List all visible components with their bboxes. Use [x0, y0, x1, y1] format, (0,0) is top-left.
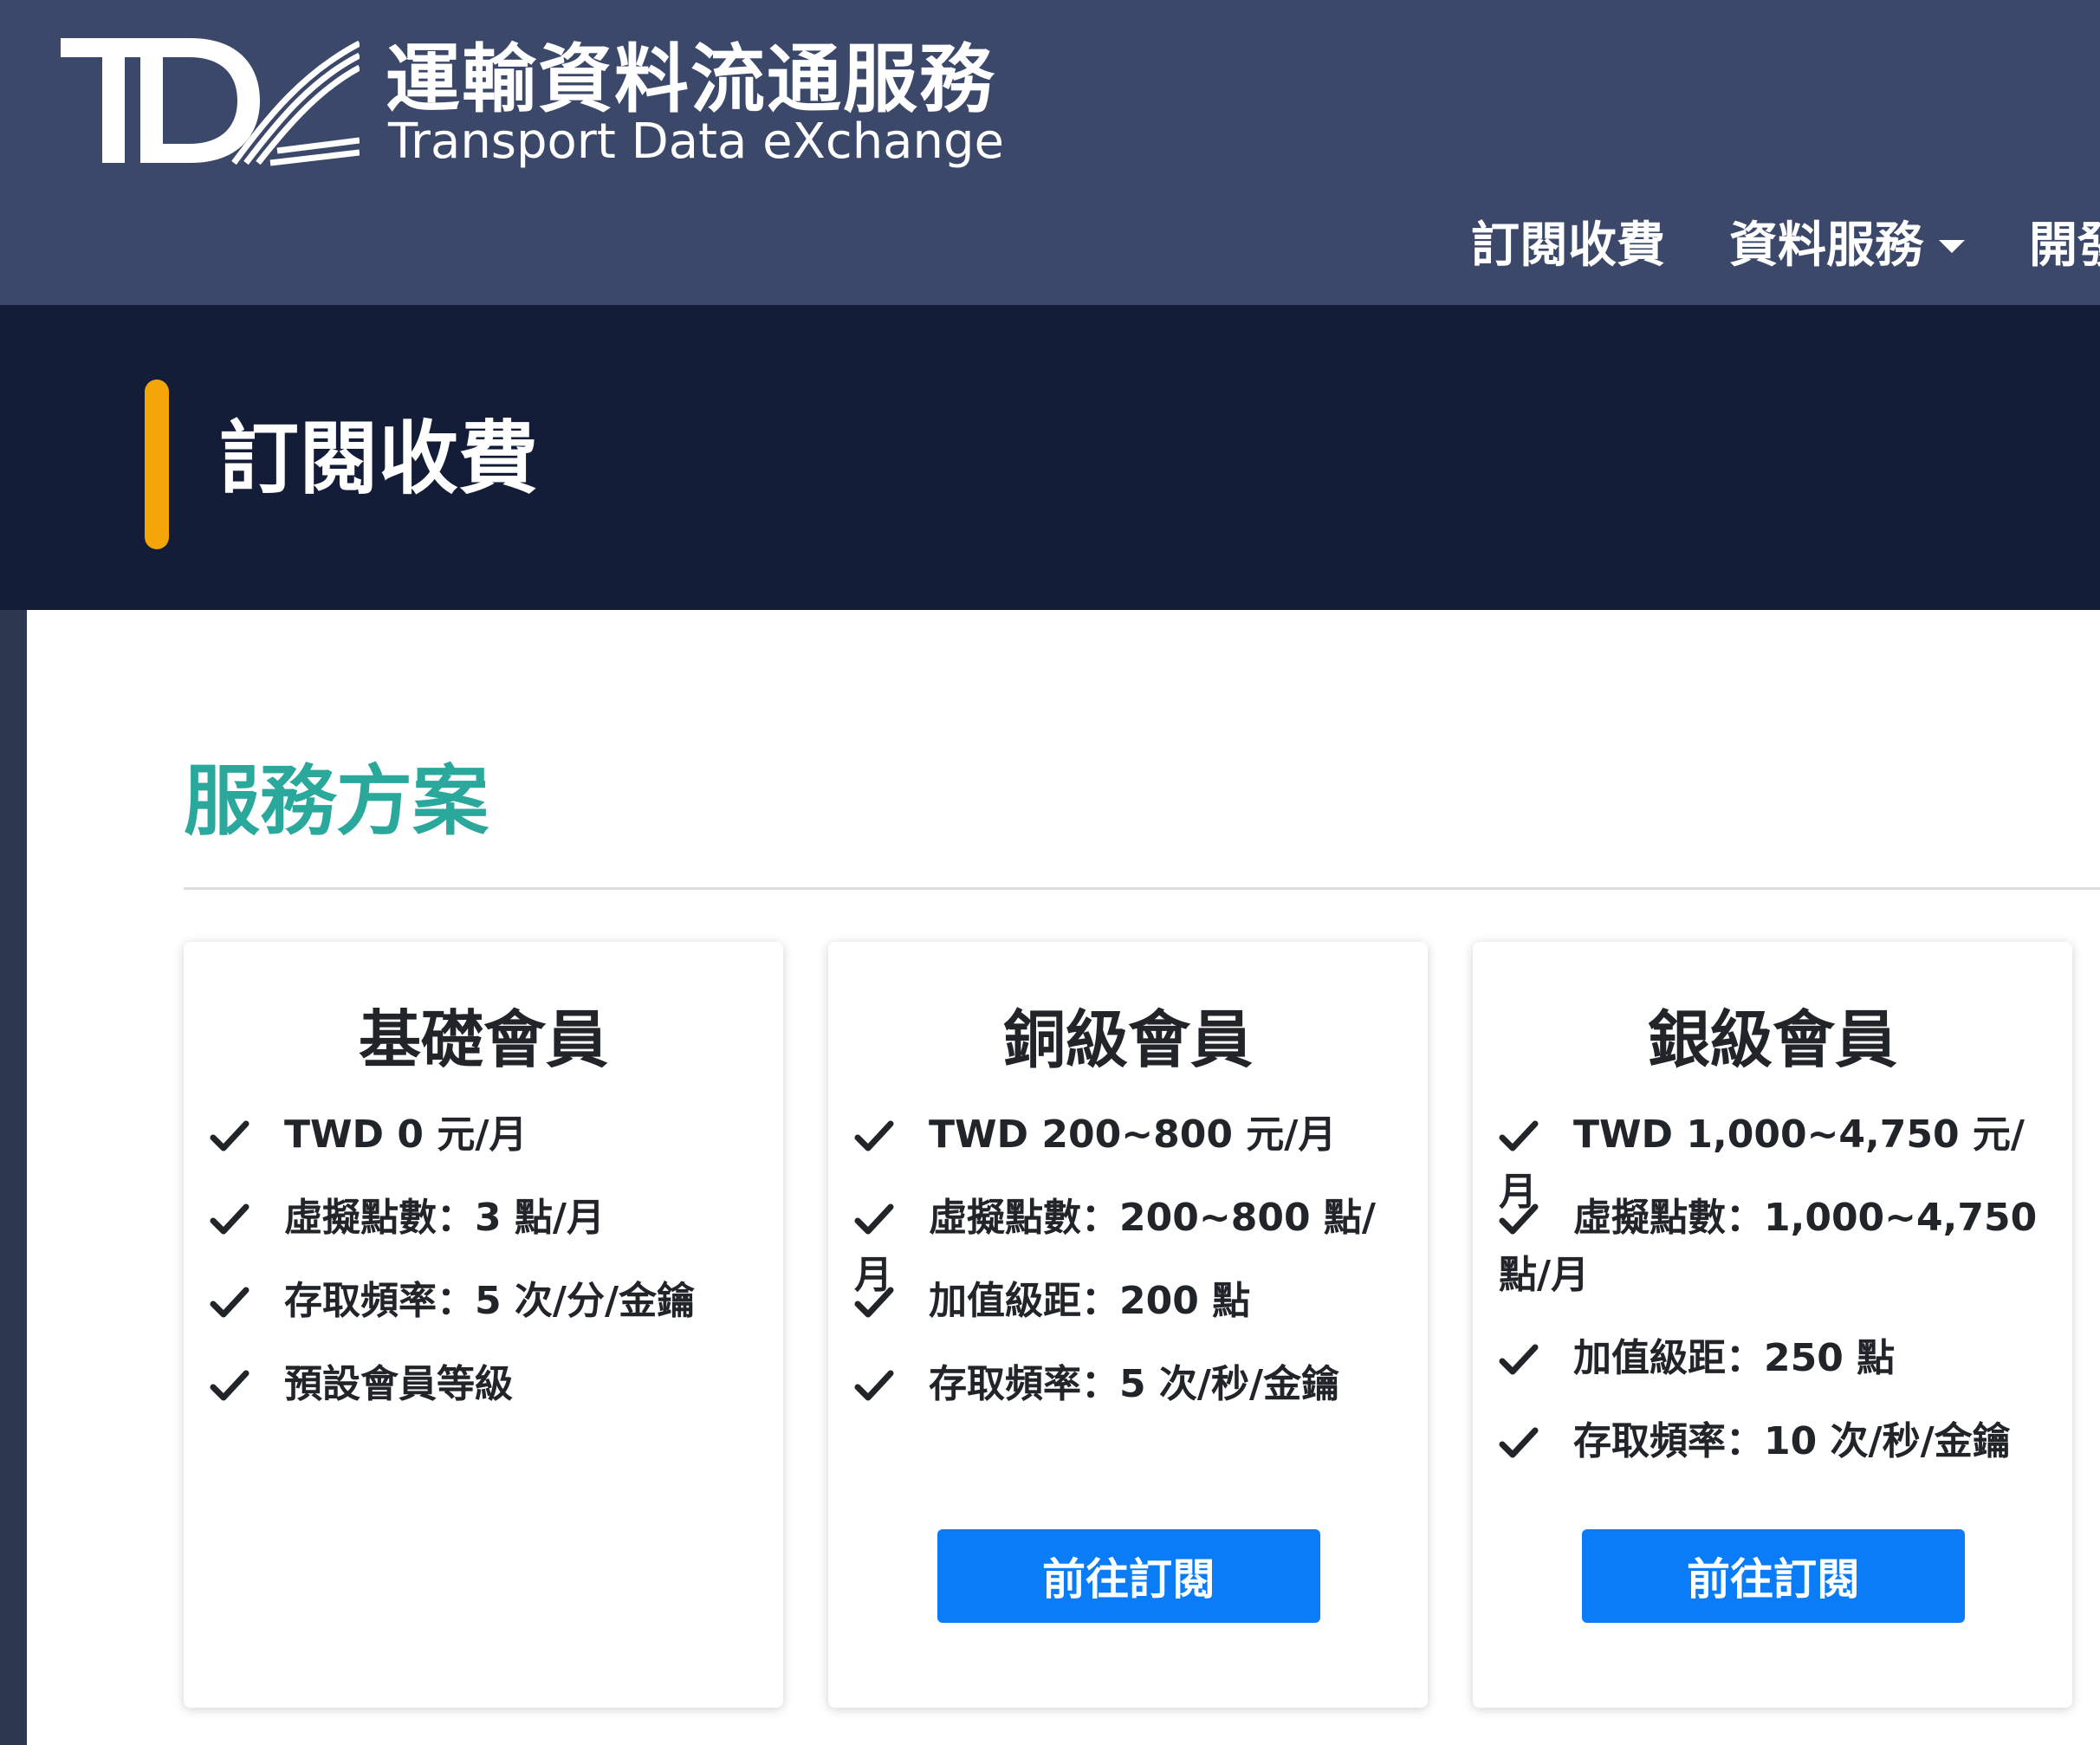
check-icon: [854, 1281, 929, 1325]
plan-feature: 虛擬點數：1,000~4,750 點/月: [1499, 1190, 2053, 1304]
logo-chinese-text: 運輸資料流通服務: [386, 36, 995, 123]
nav-item-label: 資料服務: [1729, 217, 1923, 274]
plan-feature-text: 加值級距：200 點: [929, 1279, 1251, 1323]
plan-feature: 存取頻率：5 次/秒/金鑰: [854, 1356, 1409, 1413]
check-icon: [1499, 1198, 1573, 1242]
nav-item-label: 開發: [2029, 217, 2100, 274]
plan-feature: TWD 0 元/月: [210, 1106, 764, 1164]
check-icon: [210, 1115, 284, 1158]
plan-title: 基礎會員: [358, 1003, 608, 1076]
plan-feature: TWD 200~800 元/月: [854, 1106, 1409, 1164]
section-title: 服務方案: [184, 756, 489, 846]
plan-feature: 加值級距：200 點: [854, 1273, 1409, 1330]
subscribe-button[interactable]: 前往訂閱: [1582, 1529, 1965, 1623]
nav-item-developer[interactable]: 開發: [2029, 215, 2100, 277]
plan-feature-text: 虛擬點數：3 點/月: [284, 1196, 606, 1240]
plan-feature: 預設會員等級: [210, 1356, 764, 1413]
nav-item-data-services[interactable]: 資料服務: [1729, 215, 1965, 277]
left-side-strip: [0, 610, 27, 1745]
plan-feature-text: TWD 0 元/月: [284, 1113, 528, 1157]
check-icon: [1499, 1339, 1573, 1382]
plan-feature: 存取頻率：10 次/秒/金鑰: [1499, 1413, 2053, 1470]
check-icon: [854, 1115, 929, 1158]
site-logo[interactable]: 運輸資料流通服務 Transport Data eXchange: [61, 35, 1004, 173]
check-icon: [1499, 1115, 1573, 1158]
check-icon: [854, 1365, 929, 1408]
title-accent-bar: [145, 379, 169, 549]
plan-feature-text: 虛擬點數：1,000~4,750 點/月: [1499, 1196, 2038, 1297]
plan-card-basic: 基礎會員 TWD 0 元/月 虛擬點數：3 點/月 存取頻率：5 次/分/金鑰 …: [184, 942, 783, 1708]
tdx-logo-icon: [61, 38, 360, 166]
check-icon: [854, 1198, 929, 1242]
plan-card-bronze: 銅級會員 TWD 200~800 元/月 虛擬點數：200~800 點/月 加值…: [828, 942, 1428, 1708]
page-title: 訂閱收費: [219, 412, 539, 505]
plan-feature-text: 預設會員等級: [284, 1362, 513, 1406]
check-icon: [210, 1198, 284, 1242]
subscribe-button[interactable]: 前往訂閱: [937, 1529, 1320, 1623]
plan-feature-text: 存取頻率：5 次/分/金鑰: [284, 1279, 696, 1323]
plan-feature: 虛擬點數：3 點/月: [210, 1190, 764, 1247]
plan-title: 銅級會員: [1002, 1003, 1253, 1076]
plan-feature-text: 加值級距：250 點: [1573, 1336, 1896, 1380]
nav-item-label: 訂閱收費: [1471, 217, 1665, 274]
check-icon: [210, 1281, 284, 1325]
check-icon: [210, 1365, 284, 1408]
caret-down-icon: [1939, 239, 1965, 253]
nav-item-subscription[interactable]: 訂閱收費: [1471, 215, 1665, 277]
check-icon: [1499, 1422, 1573, 1465]
plan-card-silver: 銀級會員 TWD 1,000~4,750 元/月 虛擬點數：1,000~4,75…: [1473, 942, 2072, 1708]
plan-feature: 加值級距：250 點: [1499, 1330, 2053, 1387]
logo-english-text: Transport Data eXchange: [388, 114, 1004, 170]
site-header: 運輸資料流通服務 Transport Data eXchange 訂閱收費 資料…: [0, 0, 2100, 305]
plan-feature-text: 存取頻率：10 次/秒/金鑰: [1573, 1419, 2011, 1463]
plan-title: 銀級會員: [1647, 1003, 1897, 1076]
plan-feature-text: 存取頻率：5 次/秒/金鑰: [929, 1362, 1340, 1406]
plan-feature-text: TWD 200~800 元/月: [929, 1113, 1337, 1157]
main-nav: 訂閱收費 資料服務 開發: [1471, 215, 2100, 277]
section-divider: [184, 887, 2100, 890]
plan-feature: 存取頻率：5 次/分/金鑰: [210, 1273, 764, 1330]
